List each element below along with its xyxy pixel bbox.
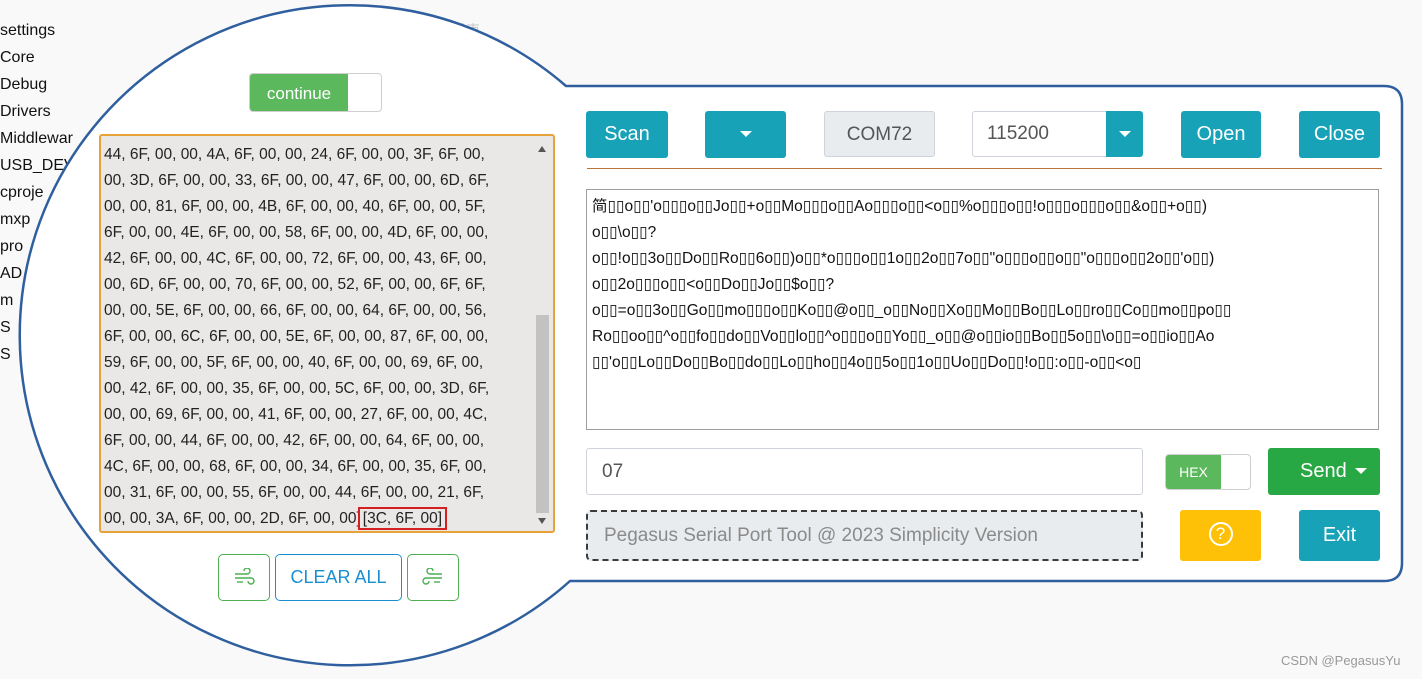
tree-item[interactable]: S — [0, 344, 90, 371]
receive-line: o▯▯2o▯▯▯o▯▯<o▯▯Do▯▯Jo▯▯$o▯▯? — [592, 276, 835, 293]
receive-line: o▯▯\o▯▯? — [592, 224, 657, 241]
wind-icon — [422, 567, 442, 585]
open-button[interactable]: Open — [1181, 111, 1261, 158]
tree-item[interactable]: mxp — [0, 209, 90, 236]
hex-toggle-label: HEX — [1166, 455, 1221, 489]
hex-line: 44, 6F, 00, 00, 4A, 6F, 00, 00, 24, 6F, … — [104, 146, 485, 163]
hex-line: 6F, 00, 00, 6C, 6F, 00, 00, 5E, 6F, 00, … — [104, 328, 489, 345]
send-button-label: Send — [1300, 460, 1347, 482]
tree-item[interactable]: cproje — [0, 182, 90, 209]
background-text: 措束 — [452, 22, 480, 38]
hex-line: 6F, 00, 00, 44, 6F, 00, 00, 42, 6F, 00, … — [104, 432, 485, 449]
file-tree: settings Core Debug Drivers Middlewar US… — [0, 20, 90, 371]
hex-line: 00, 6D, 6F, 00, 00, 70, 6F, 00, 00, 52, … — [104, 276, 486, 293]
divider — [587, 168, 1382, 169]
wind-icon — [235, 567, 255, 585]
hex-scrollbar[interactable] — [535, 140, 550, 528]
close-button[interactable]: Close — [1299, 111, 1380, 158]
caret-down-icon — [739, 131, 752, 137]
continue-toggle-label: continue — [250, 74, 348, 111]
tree-item[interactable]: Middlewar — [0, 128, 90, 155]
hex-receive-area[interactable]: 44, 6F, 00, 00, 4A, 6F, 00, 00, 24, 6F, … — [99, 134, 555, 533]
tree-item[interactable]: pro — [0, 236, 90, 263]
caret-down-icon[interactable] — [1355, 468, 1367, 474]
hex-line: 00, 00, 5E, 6F, 00, 00, 66, 6F, 00, 00, … — [104, 302, 487, 319]
scroll-thumb[interactable] — [536, 315, 549, 513]
receive-line: ▯▯'o▯▯Lo▯▯Do▯▯Bo▯▯do▯▯Lo▯▯ho▯▯4o▯▯5o▯▯1o… — [592, 354, 1142, 371]
wind-left-button[interactable] — [218, 554, 270, 601]
baud-dropdown-button[interactable] — [1106, 111, 1143, 157]
clear-all-button[interactable]: CLEAR ALL — [275, 554, 402, 601]
hex-line: 00, 42, 6F, 00, 00, 35, 6F, 00, 00, 5C, … — [104, 380, 490, 397]
hex-toggle[interactable]: HEX — [1165, 454, 1251, 490]
scroll-down-arrow-icon[interactable] — [538, 518, 546, 524]
tree-item[interactable]: m — [0, 290, 90, 317]
receive-line: Ro▯▯oo▯▯^o▯▯fo▯▯do▯▯Vo▯▯lo▯▯^o▯▯▯o▯▯Yo▯▯… — [592, 328, 1215, 345]
baud-rate-input[interactable]: 115200 — [972, 111, 1107, 157]
receive-line: 简▯▯o▯▯'o▯▯▯o▯▯Jo▯▯+o▯▯Mo▯▯▯o▯▯Ao▯▯▯o▯▯<o… — [592, 198, 1207, 215]
hex-line: 42, 6F, 00, 00, 4C, 6F, 00, 00, 72, 6F, … — [104, 250, 487, 267]
tree-item[interactable]: Core — [0, 47, 90, 74]
app-title-box: Pegasus Serial Port Tool @ 2023 Simplici… — [586, 510, 1143, 561]
tree-item[interactable]: settings — [0, 20, 90, 47]
continue-toggle[interactable]: continue — [249, 73, 382, 112]
question-icon: ? — [1208, 522, 1233, 546]
wind-right-button[interactable] — [407, 554, 459, 601]
hex-highlight: [3C, 6F, 00] — [357, 507, 448, 530]
watermark: CSDN @PegasusYu — [1281, 653, 1401, 668]
tree-item[interactable]: USB_DEV — [0, 155, 90, 182]
hex-line: 00, 31, 6F, 00, 00, 55, 6F, 00, 00, 44, … — [104, 484, 485, 501]
tree-item[interactable]: AD — [0, 263, 90, 290]
help-button[interactable]: ? — [1180, 510, 1261, 561]
hex-line: 59, 6F, 00, 00, 5F, 6F, 00, 00, 40, 6F, … — [104, 354, 484, 371]
send-button[interactable]: Send — [1268, 448, 1380, 495]
hex-line: 4C, 6F, 00, 00, 68, 6F, 00, 00, 34, 6F, … — [104, 458, 487, 475]
exit-button[interactable]: Exit — [1299, 510, 1380, 561]
port-dropdown-button[interactable] — [705, 111, 786, 158]
tree-item[interactable]: Debug — [0, 74, 90, 101]
tree-item[interactable]: S — [0, 317, 90, 344]
port-field: COM72 — [824, 111, 935, 157]
receive-textarea[interactable]: 简▯▯o▯▯'o▯▯▯o▯▯Jo▯▯+o▯▯Mo▯▯▯o▯▯Ao▯▯▯o▯▯<o… — [586, 189, 1379, 430]
scan-button[interactable]: Scan — [586, 111, 668, 158]
hex-line: 6F, 00, 00, 4E, 6F, 00, 00, 58, 6F, 00, … — [104, 224, 489, 241]
send-input[interactable]: 07 — [586, 448, 1143, 495]
hex-line: 00, 00, 81, 6F, 00, 00, 4B, 6F, 00, 00, … — [104, 198, 486, 215]
hex-line: 00, 00, 69, 6F, 00, 00, 41, 6F, 00, 00, … — [104, 406, 488, 423]
hex-line-last: 00, 00, 3A, 6F, 00, 00, 2D, 6F, 00, 00][… — [104, 506, 534, 532]
tree-item[interactable]: Drivers — [0, 101, 90, 128]
receive-line: o▯▯!o▯▯3o▯▯Do▯▯Ro▯▯6o▯▯)o▯▯*o▯▯▯o▯▯1o▯▯2… — [592, 250, 1215, 267]
caret-down-icon — [1118, 131, 1131, 137]
receive-line: o▯▯=o▯▯3o▯▯Go▯▯mo▯▯▯o▯▯Ko▯▯@o▯▯_o▯▯No▯▯X… — [592, 302, 1232, 319]
scroll-up-arrow-icon[interactable] — [538, 146, 546, 152]
hex-line-text: 00, 00, 3A, 6F, 00, 00, 2D, 6F, 00, 00] — [104, 510, 361, 527]
hex-line: 00, 3D, 6F, 00, 00, 33, 6F, 00, 00, 47, … — [104, 172, 490, 189]
